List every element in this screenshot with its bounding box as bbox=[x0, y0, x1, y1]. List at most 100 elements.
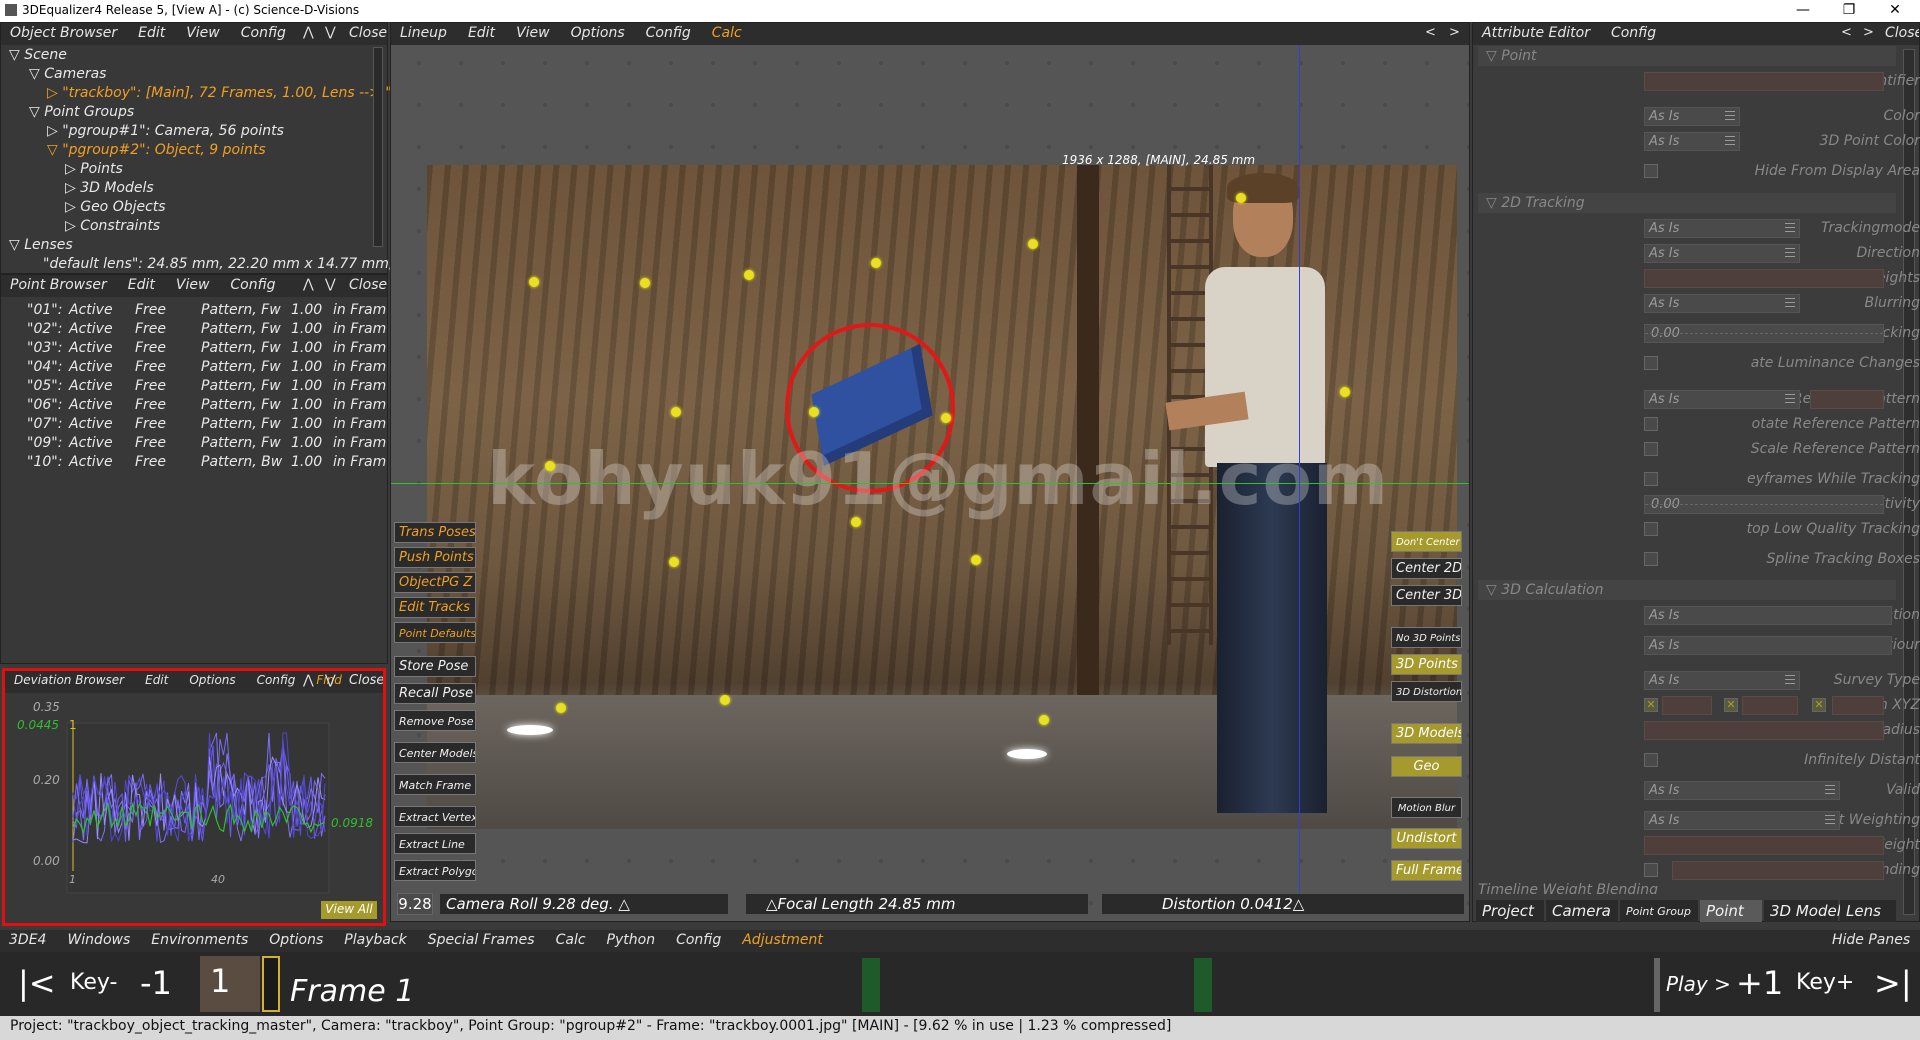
position-z-field[interactable] bbox=[1832, 696, 1884, 715]
menu-config[interactable]: Config bbox=[667, 930, 721, 948]
position-weight-blending-field[interactable] bbox=[1672, 861, 1884, 880]
collapse-icon[interactable]: ▷ bbox=[65, 180, 80, 196]
collapse-icon[interactable]: ▷ bbox=[47, 85, 62, 101]
menu-playback[interactable]: Playback bbox=[335, 930, 406, 948]
color-select[interactable]: As Is bbox=[1644, 107, 1740, 126]
expand-icon[interactable]: ▽ bbox=[9, 237, 24, 253]
focal-length-slider[interactable]: △Focal Length 24.85 mm bbox=[745, 893, 1089, 915]
distortion-slider[interactable]: Distortion 0.0412△ bbox=[1101, 893, 1465, 915]
expand-icon[interactable]: ▽ bbox=[47, 142, 62, 158]
play-button[interactable]: Play > bbox=[1666, 972, 1731, 996]
menu-python[interactable]: Python bbox=[598, 930, 656, 948]
key-next-button[interactable]: Key+ bbox=[1796, 970, 1854, 995]
direction-select[interactable]: As Is bbox=[1644, 244, 1800, 263]
close-window-icon[interactable]: ✕ bbox=[1872, 0, 1918, 22]
collapse-icon[interactable]: ▷ bbox=[65, 199, 80, 215]
collapse-icon[interactable]: ▷ bbox=[47, 123, 62, 139]
attribute-editor-close[interactable]: Close bbox=[1885, 25, 1919, 41]
tab-3d-model[interactable]: 3D Model bbox=[1764, 900, 1841, 922]
stop-low-quality-checkbox[interactable] bbox=[1644, 522, 1658, 536]
point-browser-menu-edit[interactable]: Edit bbox=[119, 275, 155, 293]
expand-icon[interactable]: ▽ bbox=[9, 47, 24, 63]
deep-tracking-slider[interactable]: 0.00 bbox=[1644, 324, 1884, 343]
tree-3d-models[interactable]: 3D Models bbox=[80, 180, 153, 196]
trackingmode-select[interactable]: As Is bbox=[1644, 219, 1800, 238]
viewport-menu-config[interactable]: Config bbox=[637, 23, 691, 41]
calculation-select[interactable]: As Is bbox=[1644, 606, 1892, 625]
tree-geo-objects[interactable]: Geo Objects bbox=[80, 199, 165, 215]
survey-type-select[interactable]: As Is bbox=[1644, 671, 1800, 690]
scale-reference-checkbox[interactable] bbox=[1644, 442, 1658, 456]
current-frame-field[interactable]: 1 bbox=[200, 956, 260, 1012]
position-x-field[interactable] bbox=[1662, 696, 1712, 715]
expand-icon[interactable]: ▽ bbox=[29, 66, 44, 82]
tab-point-group[interactable]: Point Group bbox=[1620, 900, 1698, 922]
attribute-editor-menu-config[interactable]: Config bbox=[1602, 23, 1656, 41]
tree-scene[interactable]: Scene bbox=[24, 47, 67, 63]
menu-options[interactable]: Options bbox=[260, 930, 323, 948]
viewport-menu-edit[interactable]: Edit bbox=[459, 23, 495, 41]
keyframes-tracking-checkbox[interactable] bbox=[1644, 472, 1658, 486]
section-3d-calculation[interactable]: ▽ 3D Calculation bbox=[1478, 580, 1896, 600]
position-z-lock-checkbox[interactable]: ✕ bbox=[1812, 698, 1826, 712]
viewport-menu-view[interactable]: View bbox=[507, 23, 550, 41]
point-browser-menu-config[interactable]: Config bbox=[221, 275, 275, 293]
triangulation-select[interactable]: As Is bbox=[1644, 636, 1892, 655]
minus-one-button[interactable]: -1 bbox=[140, 964, 172, 1002]
approx-survey-radius-field[interactable] bbox=[1644, 721, 1884, 740]
tab-camera[interactable]: Camera bbox=[1546, 900, 1618, 922]
tracking-point[interactable] bbox=[545, 461, 555, 471]
pane-down-icon[interactable]: ⋁ bbox=[325, 25, 336, 40]
menu-calc[interactable]: Calc bbox=[547, 930, 586, 948]
collapse-icon[interactable]: ▷ bbox=[65, 161, 80, 177]
view-all-button[interactable]: View All bbox=[321, 901, 377, 919]
rgb-weights-field[interactable] bbox=[1644, 269, 1884, 288]
tree-pgroup2[interactable]: "pgroup#2": Object, 9 points bbox=[62, 142, 265, 158]
attribute-editor-menu-title[interactable]: Attribute Editor bbox=[1473, 23, 1590, 41]
next-view-icon[interactable]: > bbox=[1863, 25, 1874, 40]
infinitely-distant-checkbox[interactable] bbox=[1644, 753, 1658, 767]
object-browser-menu-config[interactable]: Config bbox=[232, 23, 286, 41]
collapse-icon[interactable]: ▷ bbox=[65, 218, 80, 234]
position-weight-blending-checkbox[interactable] bbox=[1644, 863, 1658, 877]
prev-view-icon[interactable]: < bbox=[1841, 25, 1852, 40]
menu-windows[interactable]: Windows bbox=[58, 930, 130, 948]
hide-from-display-checkbox[interactable] bbox=[1644, 164, 1658, 178]
object-browser-menu-edit[interactable]: Edit bbox=[129, 23, 165, 41]
first-frame-button[interactable]: |< bbox=[18, 964, 56, 1002]
prev-view-icon[interactable]: < bbox=[1425, 25, 1436, 40]
next-view-icon[interactable]: > bbox=[1449, 25, 1460, 40]
expand-icon[interactable]: ▽ bbox=[29, 104, 44, 120]
section-point[interactable]: ▽ Point bbox=[1478, 46, 1896, 66]
lineup-button-objectpg-z[interactable]: ObjectPG Z bbox=[394, 572, 476, 593]
tree-cameras[interactable]: Cameras bbox=[44, 66, 106, 82]
point-browser-menu-title[interactable]: Point Browser bbox=[1, 275, 107, 293]
reference-pattern-field[interactable] bbox=[1810, 390, 1884, 409]
identifier-field[interactable] bbox=[1644, 72, 1884, 91]
spline-tracking-checkbox[interactable] bbox=[1644, 552, 1658, 566]
last-frame-button[interactable]: >| bbox=[1874, 964, 1912, 1002]
valid-select[interactable]: As Is bbox=[1644, 781, 1840, 800]
viewport-menu-lineup[interactable]: Lineup bbox=[391, 23, 447, 41]
tree-point-groups[interactable]: Point Groups bbox=[44, 104, 134, 120]
point-browser-menu-view[interactable]: View bbox=[167, 275, 210, 293]
3d-point-color-select[interactable]: As Is bbox=[1644, 132, 1740, 151]
pane-up-icon[interactable]: ⋀ bbox=[303, 25, 314, 40]
reference-pattern-select[interactable]: As Is bbox=[1644, 390, 1800, 409]
deviation-browser-menu-title[interactable]: Deviation Browser bbox=[5, 671, 124, 687]
menu-adjustment[interactable]: Adjustment bbox=[733, 930, 823, 948]
tree-lenses[interactable]: Lenses bbox=[24, 237, 73, 253]
maximize-icon[interactable]: ❐ bbox=[1826, 0, 1872, 22]
menu-3de4[interactable]: 3DE4 bbox=[0, 930, 46, 948]
blurring-select[interactable]: As Is bbox=[1644, 294, 1800, 313]
viewport-menu-calc[interactable]: Calc bbox=[703, 23, 742, 41]
object-browser-close[interactable]: Close bbox=[349, 25, 387, 41]
slider-handle-icon[interactable]: △ bbox=[1293, 895, 1305, 913]
sensitivity-slider[interactable]: 0.00 bbox=[1644, 495, 1884, 514]
plus-one-button[interactable]: +1 bbox=[1736, 964, 1783, 1002]
tree-points[interactable]: Points bbox=[80, 161, 123, 177]
camera-roll-slider[interactable]: Camera Roll 9.28 deg. △ bbox=[439, 893, 729, 915]
tab-point[interactable]: Point bbox=[1700, 900, 1762, 922]
slider-handle-icon[interactable]: △ bbox=[766, 895, 778, 913]
viewport-menu-options[interactable]: Options bbox=[562, 23, 625, 41]
